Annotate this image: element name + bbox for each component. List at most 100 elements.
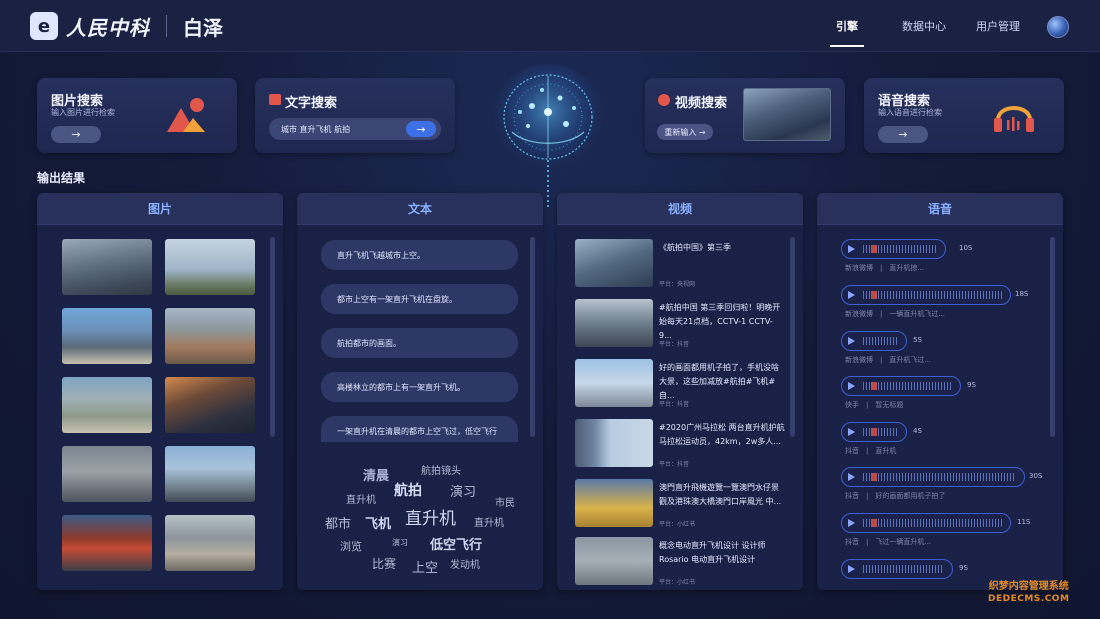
scrollbar[interactable] [270, 237, 275, 437]
text-search-title: 文字搜索 [285, 96, 338, 111]
word-cloud-term: 浏览 [340, 540, 362, 553]
image-result[interactable] [165, 446, 255, 502]
audio-meta: 新浪微博 | 一辆直升机飞过... [845, 310, 946, 318]
image-result[interactable] [62, 239, 152, 295]
product-name: 白泽 [183, 15, 223, 40]
scrollbar[interactable] [530, 237, 535, 437]
video-title: 澳門直升飛機遊覽一覽澳門水仔景觀及港珠澳大橋澳門口岸風光 中... [659, 483, 782, 506]
play-icon[interactable] [848, 245, 855, 253]
play-icon[interactable] [848, 337, 855, 345]
video-thumbnail [575, 359, 653, 407]
image-result[interactable] [62, 308, 152, 364]
audio-player[interactable] [841, 467, 1025, 487]
audio-meta: 新浪微博 | 直升机飞过... [845, 356, 932, 364]
video-result[interactable]: #2020广州马拉松 两台直升机护航马拉松运动员，42km，2w多人... 平台… [575, 419, 787, 471]
word-cloud-term: 演习 [392, 538, 408, 547]
video-title: 概念电动直升飞机设计 设计师Rosario 电动直升飞机设计 [659, 541, 766, 564]
image-result[interactable] [62, 377, 152, 433]
text-results-panel: 文本 直升飞机飞越城市上空。 都市上空有一架直升飞机在盘旋。 航拍都市的画面。 … [297, 193, 543, 590]
video-meta: 平台：抖音 [659, 401, 690, 408]
audio-player[interactable] [841, 513, 1011, 533]
video-result[interactable]: 概念电动直升飞机设计 设计师Rosario 电动直升飞机设计 平台：小红书 [575, 537, 787, 589]
audio-meta: 快手 | 暂无标题 [845, 401, 904, 409]
audio-player[interactable] [841, 559, 953, 579]
word-cloud-term: 直升机 [346, 495, 376, 506]
text-search-button[interactable]: → [406, 121, 436, 137]
avatar[interactable] [1047, 16, 1069, 38]
video-result[interactable]: 好的画面都用机子拍了，手机没啥大景，这些加减放#航拍#飞机#自... 平台：抖音 [575, 359, 787, 411]
video-thumbnail [575, 537, 653, 585]
audio-player[interactable] [841, 376, 961, 396]
play-icon[interactable] [848, 519, 855, 527]
word-cloud-term: 航拍 [394, 483, 422, 499]
output-results-label: 输出结果 [37, 171, 86, 185]
text-result[interactable]: 都市上空有一架直升飞机在盘旋。 [321, 284, 518, 314]
text-result[interactable]: 一架直升机在清晨的都市上空飞过，低空飞行 [321, 416, 518, 442]
audio-result[interactable]: 9S 快手 | 暂无标题 [841, 376, 981, 410]
text-result[interactable]: 航拍都市的画面。 [321, 328, 518, 358]
image-search-card[interactable]: 图片搜索 输入图片进行检索 → [37, 78, 237, 153]
audio-result[interactable]: 4S 抖音 | 直升机 [841, 422, 941, 456]
scrollbar[interactable] [1050, 237, 1055, 437]
word-cloud-term: 飞机 [365, 517, 392, 532]
video-meta: 平台：小红书 [659, 521, 696, 528]
audio-player[interactable] [841, 285, 1011, 305]
nav-data-center[interactable]: 数据中心 [902, 0, 946, 52]
video-meta: 平台：抖音 [659, 341, 690, 348]
audio-search-subtitle: 输入语音进行检索 [878, 108, 942, 117]
audio-player[interactable] [841, 239, 946, 259]
audio-result[interactable]: 11S 抖音 | 飞过一辆直升机... [841, 513, 1041, 547]
image-result[interactable] [165, 308, 255, 364]
video-icon [658, 94, 670, 106]
word-cloud-term: 清晨 [363, 469, 390, 484]
video-title: 《航拍中国》第三季 [659, 243, 731, 252]
text-results-title: 文本 [297, 193, 543, 225]
audio-meta: 抖音 | 飞过一辆直升机... [845, 538, 932, 546]
image-result[interactable] [165, 239, 255, 295]
watermark-line-1: 织梦内容管理系统 [988, 581, 1069, 592]
image-result[interactable] [165, 377, 255, 433]
play-icon[interactable] [848, 565, 855, 573]
audio-result[interactable]: 18S 新浪微博 | 一辆直升机飞过... [841, 285, 1041, 319]
brain-icon [490, 64, 606, 210]
audio-player[interactable] [841, 422, 907, 442]
image-result[interactable] [62, 515, 152, 571]
image-search-subtitle: 输入图片进行检索 [51, 108, 115, 117]
audio-search-button[interactable]: → [878, 126, 928, 143]
image-result[interactable] [165, 515, 255, 571]
video-search-card[interactable]: 视频搜索 重新输入 → [645, 78, 845, 153]
audio-result[interactable]: 30S 抖音 | 好的画面都用机子拍了 [841, 467, 1051, 501]
video-title: 好的画面都用机子拍了，手机没啥大景，这些加减放#航拍#飞机#自... [659, 363, 779, 400]
text-result[interactable]: 高楼林立的都市上有一架直升飞机。 [321, 372, 518, 402]
audio-duration: 30S [1029, 472, 1043, 480]
video-search-retry-button[interactable]: 重新输入 → [657, 124, 713, 140]
nav-engine[interactable]: 引擎 [830, 0, 864, 52]
scrollbar[interactable] [790, 237, 795, 437]
audio-result[interactable]: 5S 新浪微博 | 直升机飞过... [841, 331, 941, 365]
audio-meta: 新浪微博 | 直升机掠... [845, 264, 925, 272]
video-meta: 平台：抖音 [659, 461, 690, 468]
play-icon[interactable] [848, 382, 855, 390]
audio-player[interactable] [841, 331, 907, 351]
text-result[interactable]: 直升飞机飞越城市上空。 [321, 240, 518, 270]
video-result[interactable]: 《航拍中国》第三季 平台：央视网 [575, 239, 787, 291]
word-cloud-term: 市民 [495, 498, 515, 509]
audio-search-card[interactable]: 语音搜索 输入语音进行检索 → [864, 78, 1064, 153]
top-bar: e 人民中科 白泽 引擎 数据中心 用户管理 [0, 0, 1100, 52]
audio-result[interactable]: 10S 新浪微博 | 直升机掠... [841, 239, 972, 273]
video-thumbnail [575, 299, 653, 347]
audio-result[interactable]: 9S [841, 559, 991, 590]
play-icon[interactable] [848, 428, 855, 436]
nav-user-management[interactable]: 用户管理 [976, 0, 1020, 52]
video-thumbnail [575, 239, 653, 287]
brand-logo[interactable]: e 人民中科 白泽 [30, 10, 223, 42]
video-results-panel: 视频 《航拍中国》第三季 平台：央视网 #航拍中国 第三季回归啦！明晚开始每天2… [557, 193, 803, 590]
play-icon[interactable] [848, 291, 855, 299]
audio-duration: 10S [959, 244, 973, 252]
image-search-button[interactable]: → [51, 126, 101, 143]
text-search-card[interactable]: 文字搜索 城市 直升飞机 航拍 → [255, 78, 455, 153]
video-result[interactable]: #航拍中国 第三季回归啦！明晚开始每天21点档，CCTV-1 CCTV-9...… [575, 299, 787, 351]
video-result[interactable]: 澳門直升飛機遊覽一覽澳門水仔景觀及港珠澳大橋澳門口岸風光 中... 平台：小红书 [575, 479, 787, 531]
image-result[interactable] [62, 446, 152, 502]
play-icon[interactable] [848, 473, 855, 481]
